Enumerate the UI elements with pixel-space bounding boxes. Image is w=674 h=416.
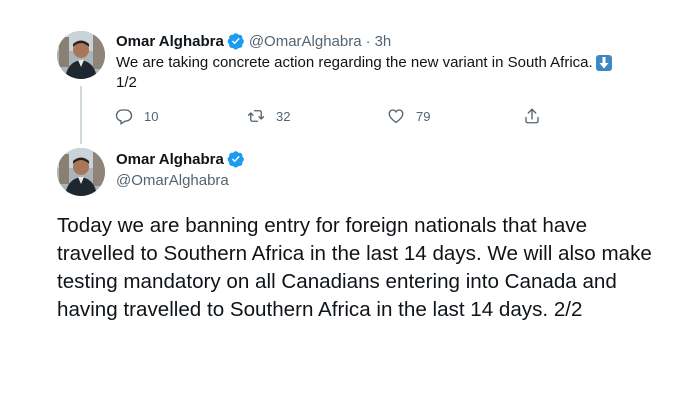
tweet-1-actions: 10 32 79 — [114, 106, 544, 126]
heart-icon — [386, 106, 406, 126]
verified-badge-icon — [227, 32, 245, 50]
like-button[interactable]: 79 — [386, 106, 430, 126]
retweet-count: 32 — [276, 108, 291, 124]
thread-connector-line — [80, 86, 82, 144]
retweet-icon — [246, 106, 266, 126]
reply-count: 10 — [144, 108, 159, 124]
tweet-1-thread-count: 1/2 — [116, 74, 137, 91]
tweet-1-body: We are taking concrete action regarding … — [116, 54, 593, 71]
share-button[interactable] — [522, 106, 542, 126]
reply-button[interactable]: 10 — [114, 106, 158, 126]
tweet-2-header: Omar Alghabra — [116, 150, 245, 168]
down-arrow-emoji-icon — [595, 55, 612, 71]
author-name[interactable]: Omar Alghabra — [116, 151, 224, 168]
author-handle[interactable]: @OmarAlghabra — [249, 33, 362, 50]
tweet-1-text: We are taking concrete action regarding … — [116, 53, 636, 93]
tweet-2-text: Today we are banning entry for foreign n… — [57, 214, 652, 321]
author-handle[interactable]: @OmarAlghabra — [116, 172, 229, 189]
separator-dot: · — [365, 32, 371, 50]
like-count: 79 — [416, 108, 431, 124]
avatar[interactable] — [57, 31, 105, 79]
tweet-1-header: Omar Alghabra @OmarAlghabra · 3h — [116, 32, 391, 50]
avatar[interactable] — [57, 148, 105, 196]
tweet-2-handle-row: @OmarAlghabra — [116, 172, 229, 189]
share-icon — [522, 106, 542, 126]
verified-badge-icon — [227, 150, 245, 168]
tweet-time[interactable]: 3h — [375, 33, 392, 50]
reply-icon — [114, 106, 134, 126]
retweet-button[interactable]: 32 — [246, 106, 290, 126]
author-name[interactable]: Omar Alghabra — [116, 33, 224, 50]
